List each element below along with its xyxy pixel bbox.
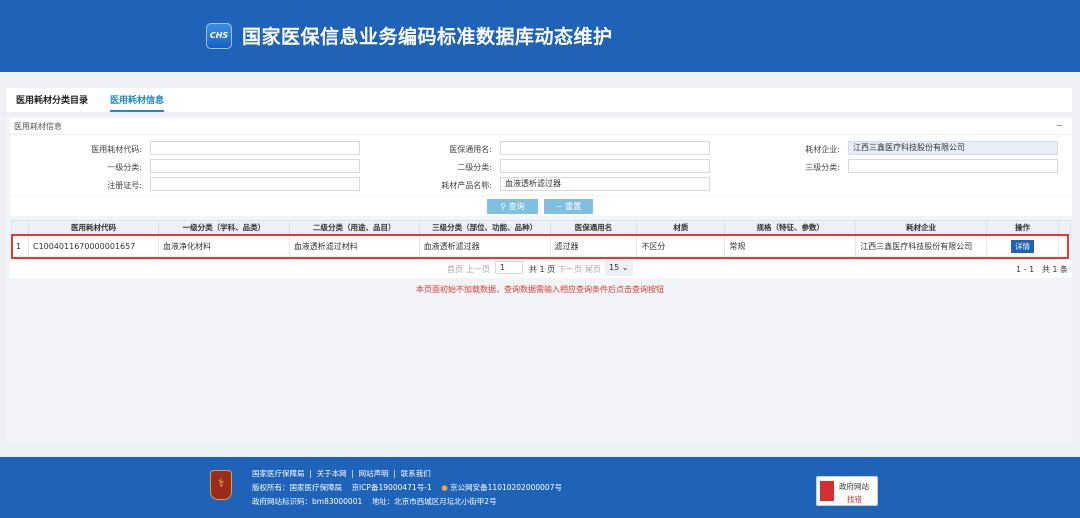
find-error-button[interactable]: 政府网站 找错: [816, 476, 878, 506]
police-record[interactable]: 京公网安备11010202000007号: [450, 483, 562, 492]
panel-title: 医用耗材信息: [14, 122, 62, 131]
query-label: 查询: [508, 202, 525, 211]
police-badge-icon: ●: [441, 483, 448, 492]
reset-label: 重置: [565, 202, 582, 211]
page-summary: 1 - 1 共 1 条: [1016, 265, 1068, 274]
col-material: 材质: [636, 220, 726, 235]
col-code: 医用耗材代码: [27, 220, 159, 235]
level1-input[interactable]: [150, 159, 360, 173]
level3-input[interactable]: [848, 159, 1058, 173]
level2-input[interactable]: [500, 159, 710, 173]
col-spec: 规格（特征、参数）: [724, 220, 857, 235]
footer-link-contact[interactable]: 联系我们: [401, 469, 431, 478]
total-pages: 共 1 页: [529, 265, 556, 274]
reg-label: 注册证号:: [107, 181, 142, 190]
find-error-line1: 政府网站: [839, 482, 869, 491]
site-id: 政府网站标识码：bm83000001: [252, 497, 363, 506]
address: 地址：北京市西城区月坛北小街甲2号: [371, 497, 497, 506]
info-message: 本页面初始不加载数据，查询数据需输入相应查询条件后点击查询按钮: [416, 285, 664, 294]
col-index: [11, 220, 29, 235]
chs-logo: CHS: [206, 23, 232, 49]
reg-input[interactable]: [150, 177, 360, 191]
page-size-value: 15: [609, 263, 620, 272]
footer-link-statement[interactable]: 网站声明: [359, 469, 389, 478]
find-error-line2: 找错: [847, 495, 862, 504]
generic-name-input[interactable]: [500, 141, 710, 155]
level1-label: 一级分类:: [107, 163, 142, 172]
tab-category-catalog[interactable]: 医用耗材分类目录: [16, 93, 88, 106]
col-level2: 二级分类（用途、品目）: [288, 220, 420, 235]
prev-page-button[interactable]: 上一页: [466, 264, 490, 275]
next-page-button[interactable]: 下一页: [558, 264, 582, 275]
row-highlight-box: [11, 234, 1069, 259]
query-button[interactable]: ⚲ 查询: [487, 199, 538, 214]
page-size-select[interactable]: 15 ⌄: [605, 260, 633, 276]
minus-icon[interactable]: –: [1056, 118, 1062, 132]
code-input[interactable]: [150, 141, 360, 155]
footer-copyright-line: 版权所有：国家医疗保障局 京ICP备19000471号-1 ● 京公网安备110…: [252, 482, 562, 493]
company-input[interactable]: 江西三鑫医疗科技股份有限公司: [848, 141, 1058, 155]
page-input[interactable]: 1: [495, 261, 523, 274]
product-input[interactable]: 血液透析滤过器: [500, 177, 710, 191]
col-spacer: [1057, 220, 1072, 235]
minus-icon: −: [555, 202, 563, 211]
footer-links: 国家医疗保障局 | 关于本网 | 网站声明 | 联系我们: [252, 469, 431, 478]
footer-link-nhsa[interactable]: 国家医疗保障局: [252, 469, 305, 478]
search-icon: ⚲: [500, 202, 507, 211]
button-bar: [10, 196, 1072, 216]
col-action: 操作: [986, 220, 1059, 235]
company-label: 耗材企业:: [805, 145, 840, 154]
col-company: 耗材企业: [855, 220, 988, 235]
code-label: 医用耗材代码:: [91, 145, 142, 154]
footer-link-about[interactable]: 关于本网: [317, 469, 347, 478]
nhsa-emblem: ⚕: [210, 470, 232, 500]
col-generic: 医保通用名: [549, 220, 638, 235]
col-level1: 一级分类（学科、品类）: [157, 220, 290, 235]
chevron-down-icon: ⌄: [621, 263, 629, 272]
last-page-button[interactable]: 尾页: [585, 264, 601, 275]
col-level3: 三级分类（部位、功能、品种）: [418, 220, 551, 235]
page-title: 国家医保信息业务编码标准数据库动态维护: [242, 26, 613, 48]
level2-label: 二级分类:: [457, 163, 492, 172]
tab-consumable-info[interactable]: 医用耗材信息: [110, 93, 165, 112]
tab-bar: 医用耗材分类目录 医用耗材信息: [6, 88, 1072, 112]
generic-name-label: 医保通用名:: [449, 145, 492, 154]
level3-label: 三级分类:: [805, 163, 840, 172]
product-label: 耗材产品名称:: [441, 181, 492, 190]
table-header-row: 医用耗材代码 一级分类（学科、品类） 二级分类（用途、品目） 三级分类（部位、功…: [11, 220, 1072, 235]
magnifier-icon: [820, 481, 834, 501]
first-page-button[interactable]: 首页: [447, 264, 463, 275]
icp[interactable]: 京ICP备19000471号-1: [352, 483, 432, 492]
footer-address-line: 政府网站标识码：bm83000001 地址：北京市西城区月坛北小街甲2号: [252, 496, 497, 507]
copyright: 版权所有：国家医疗保障局: [252, 483, 342, 492]
reset-button[interactable]: − 重置: [544, 199, 593, 214]
